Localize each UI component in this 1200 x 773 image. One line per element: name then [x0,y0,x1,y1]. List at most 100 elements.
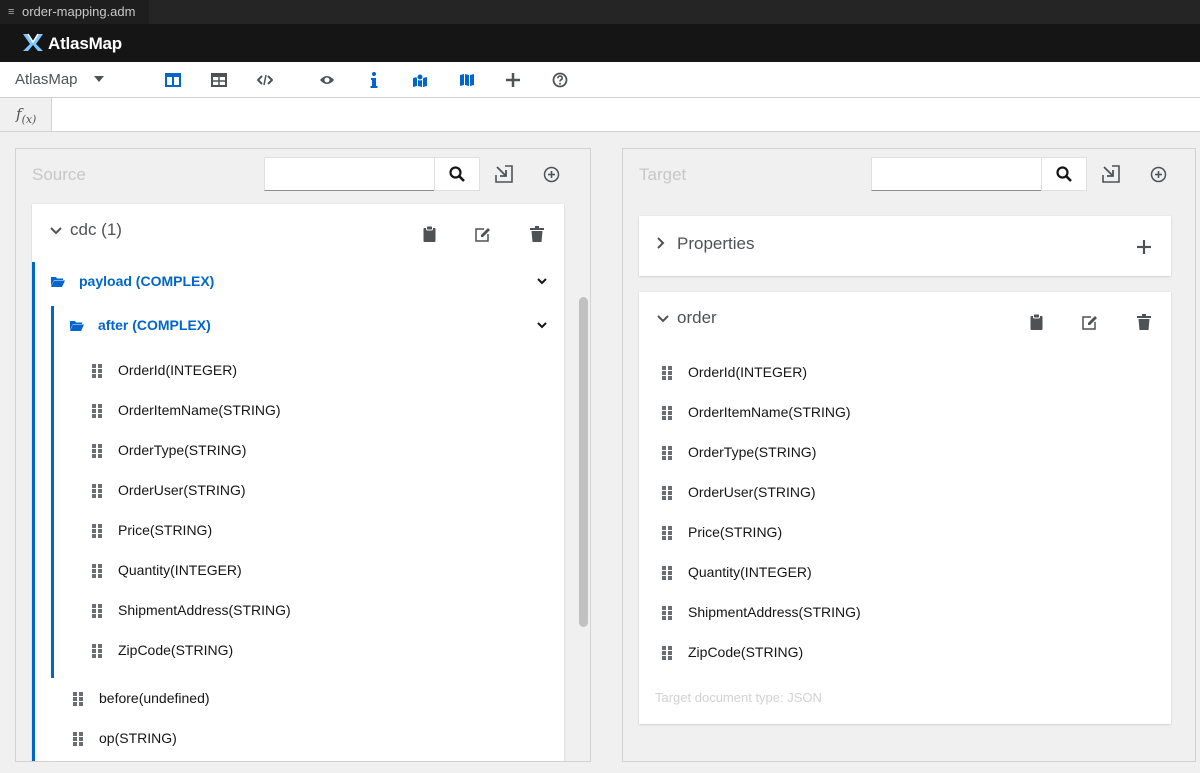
chevron-right-icon [657,237,671,252]
target-delete-button[interactable] [1117,311,1171,333]
target-field-label: ShipmentAddress(STRING) [688,604,861,620]
target-panel-header: Target [623,149,1195,199]
target-document-card: order OrderId(INTEGER) OrderItemName(STR… [639,292,1171,724]
source-field-label: op(STRING) [99,730,177,746]
table-icon [211,73,227,87]
source-field[interactable]: ShipmentAddress(STRING) [90,596,291,624]
source-field-label: OrderUser(STRING) [118,482,246,498]
source-field-label: Price(STRING) [118,522,213,538]
plus-icon [1137,240,1151,254]
import-icon [1102,165,1120,183]
target-search-input[interactable] [871,157,1043,191]
payload-collapse-toggle[interactable] [535,274,549,288]
target-search-button[interactable] [1041,157,1087,191]
target-import-button[interactable] [1100,163,1122,185]
target-field[interactable]: Quantity(INTEGER) [660,558,812,586]
editor-tab-title: order-mapping.adm [22,4,136,19]
payload-node[interactable]: payload (COMPLEX) [51,267,214,295]
source-field[interactable]: OrderItemName(STRING) [90,396,281,424]
target-field[interactable]: Price(STRING) [660,518,782,546]
plus-circle-icon [543,166,559,182]
clipboard-icon [1030,314,1042,330]
mapping-table-view-button[interactable] [208,69,230,91]
source-capture-button[interactable] [402,223,456,245]
source-field[interactable]: before(undefined) [71,684,210,712]
after-collapse-toggle[interactable] [535,318,549,332]
source-document-toggle[interactable]: cdc (1) [50,220,122,240]
source-field[interactable]: OrderType(STRING) [90,436,246,464]
target-properties-toggle[interactable]: Properties [657,234,754,254]
chevron-down-icon [537,321,547,328]
drag-grip-icon [92,564,102,579]
target-field[interactable]: OrderType(STRING) [660,438,816,466]
question-circle-icon [552,72,568,88]
app-menu-dropdown[interactable]: AtlasMap [15,62,104,98]
atlasmap-logo-icon [23,33,43,51]
target-document-actions [1009,311,1171,333]
source-import-button[interactable] [493,163,515,185]
source-edit-button[interactable] [456,223,510,245]
map-marker-icon [413,73,427,87]
target-field-label: OrderType(STRING) [688,444,817,460]
source-field[interactable]: Price(STRING) [90,516,212,544]
target-field[interactable]: ZipCode(STRING) [660,638,803,666]
drag-grip-icon [92,644,102,659]
function-toggle[interactable]: f(x) [0,98,52,131]
source-field[interactable]: op(STRING) [71,724,177,752]
drag-grip-icon [92,364,102,379]
menu-lines-icon: ≡ [8,6,15,18]
target-field[interactable]: OrderItemName(STRING) [660,398,851,426]
target-add-property-plus-button[interactable] [1133,236,1155,258]
namespace-view-button[interactable] [254,69,276,91]
target-document-type: Target document type: JSON [655,690,822,705]
target-panel: Target Properties order OrderId(INTEGER)… [622,148,1196,762]
source-panel-header: Source [16,149,590,199]
editor-tab[interactable]: ≡ order-mapping.adm [0,0,150,24]
source-panel-title: Source [32,165,86,184]
target-panel-title: Target [639,165,687,184]
source-search-button[interactable] [434,157,480,191]
target-field[interactable]: ShipmentAddress(STRING) [660,598,861,626]
payload-label: payload (COMPLEX) [79,273,215,289]
target-field[interactable]: OrderUser(STRING) [660,478,816,506]
target-document-toggle[interactable]: order [657,308,717,328]
target-field-label: ZipCode(STRING) [688,644,804,660]
drag-grip-icon [92,484,102,499]
fx-sub-label: (x) [21,113,37,126]
toggle-preview-button[interactable] [316,69,338,91]
brand: AtlasMap [22,32,122,54]
source-search-input[interactable] [264,157,436,191]
columns-icon [165,73,181,87]
payload-indent-bar [32,262,35,761]
drag-grip-icon [662,606,672,621]
show-mapped-fields-button[interactable] [409,69,431,91]
search-icon [1056,166,1072,182]
help-button[interactable] [549,69,571,91]
show-unmapped-fields-button[interactable] [456,69,478,91]
source-scrollbar[interactable] [579,297,588,627]
source-field-label: before(undefined) [99,690,210,706]
drag-grip-icon [73,732,83,747]
target-field[interactable]: OrderId(INTEGER) [660,358,807,386]
source-add-property-button[interactable] [540,163,562,185]
clipboard-icon [423,226,435,242]
source-field-label: OrderId(INTEGER) [118,362,238,378]
plus-circle-icon [1150,166,1166,182]
source-field[interactable]: OrderUser(STRING) [90,476,246,504]
target-edit-button[interactable] [1063,311,1117,333]
drag-grip-icon [662,566,672,581]
column-mapping-view-button[interactable] [162,69,184,91]
edit-icon [1082,315,1097,330]
drag-grip-icon [662,526,672,541]
target-capture-button[interactable] [1009,311,1063,333]
drag-grip-icon [662,366,672,381]
source-field[interactable]: ZipCode(STRING) [90,636,233,664]
create-mapping-button[interactable] [502,69,524,91]
target-properties-title: Properties [677,234,755,253]
target-add-property-button[interactable] [1147,163,1169,185]
show-types-button[interactable] [363,69,385,91]
source-delete-button[interactable] [510,223,564,245]
source-field[interactable]: Quantity(INTEGER) [90,556,242,584]
after-node[interactable]: after (COMPLEX) [70,311,211,339]
source-field[interactable]: OrderId(INTEGER) [90,356,237,384]
